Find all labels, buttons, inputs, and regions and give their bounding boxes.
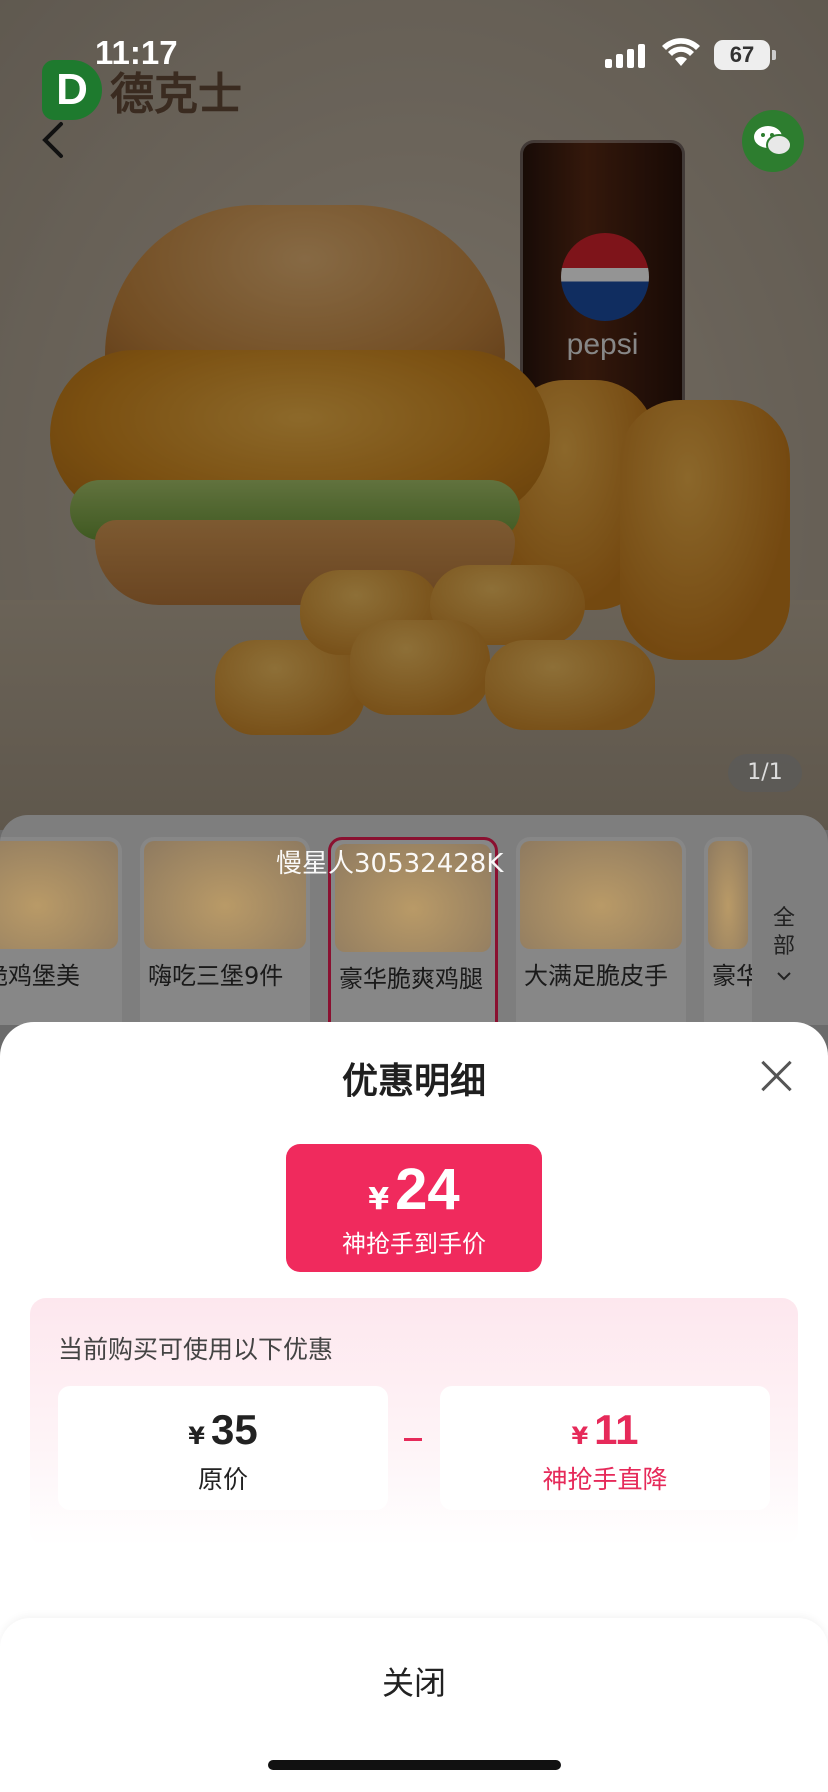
status-bar: 11:17 67	[0, 0, 828, 100]
currency-symbol: ¥	[188, 1422, 205, 1450]
product-name: 嗨吃三堡9件	[148, 962, 284, 990]
minus-icon	[404, 1438, 422, 1441]
currency-symbol: ¥	[368, 1182, 390, 1217]
wechat-share-button[interactable]	[742, 110, 804, 172]
close-icon[interactable]	[758, 1058, 794, 1094]
product-card[interactable]: 酥脆鸡堡美	[0, 837, 122, 1025]
close-button[interactable]: 关闭	[0, 1658, 828, 1704]
product-hero-image: pepsi	[0, 0, 828, 830]
currency-symbol: ¥	[571, 1422, 589, 1450]
product-name: 豪华	[712, 962, 752, 990]
chevron-down-icon	[777, 972, 791, 981]
original-price-box: ¥ 35 原价	[58, 1386, 388, 1510]
wifi-icon	[662, 38, 700, 66]
show-all-button[interactable]: 全 部	[764, 905, 804, 989]
cellular-signal-icon	[605, 42, 645, 68]
promo-breakdown: 当前购买可使用以下优惠 ¥ 35 原价 ¥ 11 神抢手直降	[30, 1298, 798, 1546]
show-all-label: 部	[772, 934, 795, 959]
product-name: 大满足脆皮手	[524, 962, 668, 990]
original-price-amount: 35	[210, 1406, 258, 1453]
final-price-badge: ¥ 24 神抢手到手价	[286, 1144, 542, 1272]
discount-box: ¥ 11 神抢手直降	[440, 1386, 770, 1510]
discount-detail-sheet: 优惠明细 ¥ 24 神抢手到手价 当前购买可使用以下优惠 ¥ 35 原价 ¥ 1…	[0, 1022, 828, 1792]
discount-amount: 11	[594, 1406, 639, 1453]
final-price-amount: 24	[395, 1157, 460, 1222]
promo-title: 当前购买可使用以下优惠	[58, 1335, 334, 1364]
final-price-label: 神抢手到手价	[342, 1230, 486, 1258]
status-time: 11:17	[95, 34, 178, 71]
product-thumbnail	[708, 841, 748, 949]
product-name: 酥脆鸡堡美	[0, 962, 80, 990]
discount-label: 神抢手直降	[542, 1465, 668, 1494]
sheet-title: 优惠明细	[341, 1061, 486, 1102]
product-thumbnail	[520, 841, 682, 949]
home-indicator[interactable]	[268, 1760, 561, 1770]
product-name: 豪华脆爽鸡腿	[339, 965, 483, 993]
original-price-label: 原价	[197, 1465, 248, 1494]
product-thumbnail	[0, 841, 118, 949]
product-card[interactable]: 豪华	[704, 837, 752, 1025]
back-button[interactable]	[22, 110, 82, 170]
image-pager: 1/1	[728, 754, 802, 792]
show-all-label: 全	[772, 906, 795, 931]
modal-backdrop	[0, 0, 828, 830]
wechat-icon	[754, 126, 792, 156]
user-watermark: 慢星人30532428K	[276, 849, 504, 879]
chevron-left-icon	[42, 122, 63, 158]
battery-indicator: 67	[714, 40, 776, 70]
product-card[interactable]: 大满足脆皮手	[516, 837, 686, 1025]
